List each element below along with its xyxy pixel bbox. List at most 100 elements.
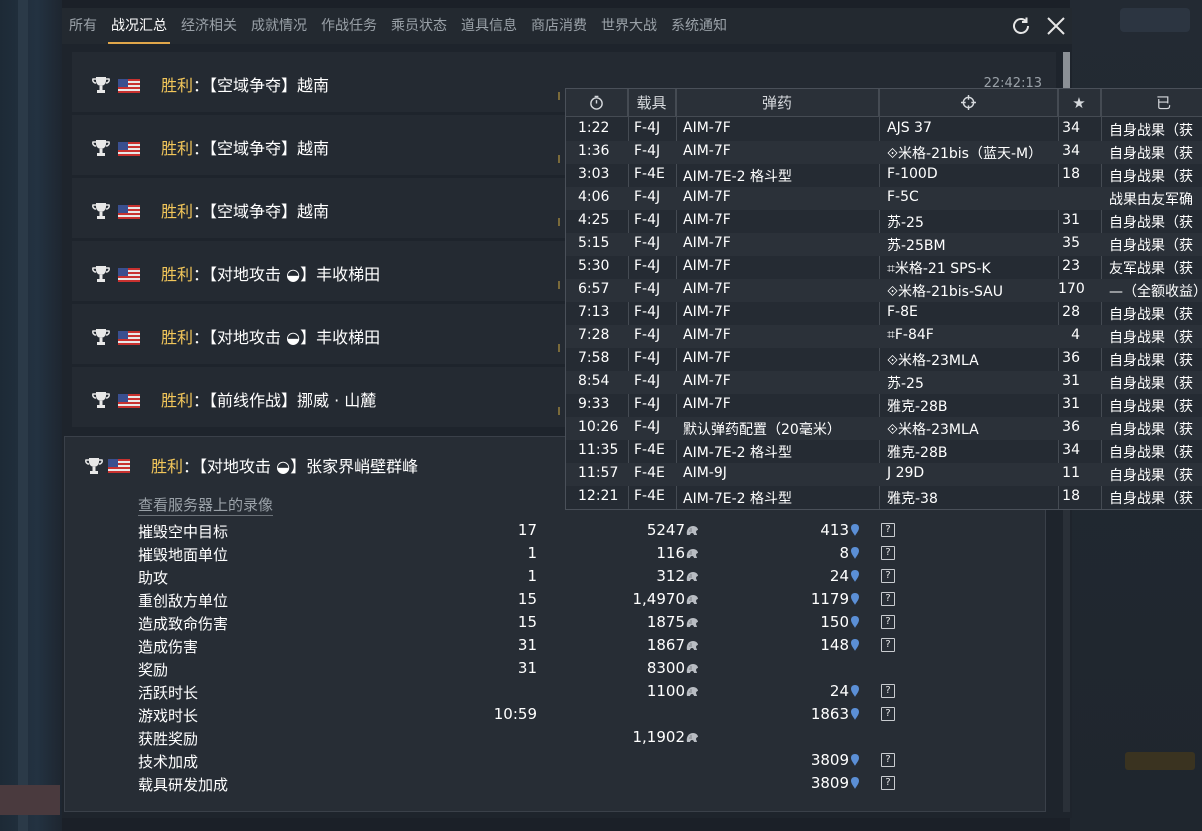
background-blob [1120,8,1190,32]
reward-label: 技术加成 [138,753,199,771]
background-blob [1125,752,1195,770]
view-replay-link[interactable]: 查看服务器上的录像 [138,494,274,516]
close-button[interactable] [1044,14,1068,38]
help-icon[interactable]: ? [881,523,895,537]
kill-star: 4 [1071,327,1080,343]
reward-row: 技术加成 3809? [65,749,1045,772]
trophy-icon [85,458,103,474]
reward-label: 奖励 [138,661,169,679]
reward-silver: 116 [656,544,685,562]
reward-row: 重创敌方单位 15 1,4970 1179? [65,588,1045,611]
reward-research-points: 1179 [810,590,849,608]
reward-count: 1 [527,567,537,585]
tab-9[interactable]: 系统通知 [664,8,734,44]
crosshair-icon [960,95,976,110]
reload-button[interactable] [1009,14,1033,38]
tab-4[interactable]: 作战任务 [314,8,384,44]
kill-star: 11 [1062,465,1080,481]
silver-lion-icon [686,618,698,627]
reward-research-points: 413 [820,521,849,539]
help-icon[interactable]: ? [881,707,895,721]
kill-target: J 29D [887,465,925,481]
kill-time: 4:06 [578,189,610,205]
scrollbar-thumb[interactable] [1063,52,1070,92]
kill-time: 7:28 [578,327,610,343]
tab-3[interactable]: 成就情况 [244,8,314,44]
help-icon[interactable]: ? [881,546,895,560]
kill-ammo: AIM-7E-2 格斗型 [683,169,792,185]
kill-ammo: AIM-7F [683,143,731,159]
reward-count: 15 [517,613,537,631]
reward-row: 助攻 1 312 24? [65,565,1045,588]
reward-count: 15 [517,590,537,608]
tab-5[interactable]: 乘员状态 [384,8,454,44]
kill-row: 7:58 F-4J AIM-7F ⟐米格-23MLA 36 自身战果（获 [566,348,1202,371]
kill-star: 18 [1062,166,1080,182]
kill-ammo: AIM-7F [683,304,731,320]
kill-ammo: AIM-7F [683,396,731,412]
reward-research-points: 148 [820,636,849,654]
help-icon[interactable]: ? [881,638,895,652]
close-icon [1047,17,1065,35]
reward-label: 造成伤害 [138,638,199,656]
kill-row: 3:03 F-4E AIM-7E-2 格斗型 F-100D 18 自身战果（获 [566,164,1202,187]
kill-target: AJS 37 [887,120,932,136]
silver-lion-icon [686,664,698,673]
tab-1[interactable]: 战况汇总 [104,8,174,44]
us-flag-icon [118,142,140,156]
kill-target: ⟐米格-23MLA [887,422,979,438]
kill-target: 苏-25 [887,215,924,231]
help-icon[interactable]: ? [881,684,895,698]
kill-vehicle: F-4J [634,350,661,366]
research-point-icon [851,639,859,651]
reward-row: 载具研发加成 3809? [65,772,1045,795]
silver-lion-icon [686,572,698,581]
reward-row: 摧毁地面单位 1 116 8? [65,542,1045,565]
help-icon[interactable]: ? [881,615,895,629]
kill-vehicle: F-4J [634,396,661,412]
help-icon[interactable]: ? [881,569,895,583]
research-point-icon [851,708,859,720]
research-point-icon [851,570,859,582]
reload-icon [1013,17,1029,34]
tab-8[interactable]: 世界大战 [594,8,664,44]
tab-0[interactable]: 所有 [62,8,104,44]
reward-research-points: 24 [829,682,849,700]
help-icon[interactable]: ? [881,776,895,790]
kill-target: F-8E [887,304,918,320]
battle-title: 胜利：【空域争夺】越南 [161,72,329,96]
tab-6[interactable]: 道具信息 [454,8,524,44]
battle-name: ：【空域争夺】越南 [193,139,330,158]
help-icon[interactable]: ? [881,753,895,767]
reward-research-points: 1863 [810,705,849,723]
reward-label: 摧毁地面单位 [138,546,229,564]
kill-target: ⟐米格-23MLA [887,353,979,369]
tab-7[interactable]: 商店消费 [524,8,594,44]
silver-lion-icon [686,549,698,558]
battle-title: 胜利：【空域争夺】越南 [161,135,329,159]
kill-ammo: AIM-7F [683,373,731,389]
kill-ammo: AIM-7F [683,350,731,366]
kill-vehicle: F-4J [634,212,661,228]
battle-name: ：【前线作战】挪威 · 山麓 [193,391,377,410]
help-icon[interactable]: ? [881,592,895,606]
kill-row: 11:57 F-4E AIM-9J J 29D 11 自身战果（获 [566,463,1202,486]
kill-target: 雅克-38 [887,491,938,507]
kill-row: 4:06 F-4J AIM-7F F-5C 战果由友军确 [566,187,1202,210]
kill-star: 23 [1062,258,1080,274]
kill-result: 自身战果（获 [1109,445,1193,461]
header-ammo: 弹药 [676,89,879,117]
us-flag-icon [118,394,140,408]
kill-target: ⟐米格-21bis-SAU [887,284,1003,300]
reward-row: 摧毁空中目标 17 5247 413? [65,519,1045,542]
tab-2[interactable]: 经济相关 [174,8,244,44]
reward-research-points: 24 [829,567,849,585]
kill-result: 友军战果（获 [1109,261,1193,277]
battle-result: 胜利 [161,202,194,221]
kill-result: 自身战果（获 [1109,238,1193,254]
reward-research-points: 3809 [810,751,849,769]
reward-row: 游戏时长 10:59 1863? [65,703,1045,726]
kill-time: 12:21 [578,488,619,504]
kill-time: 5:15 [578,235,610,251]
header-result: 已 [1155,94,1171,112]
